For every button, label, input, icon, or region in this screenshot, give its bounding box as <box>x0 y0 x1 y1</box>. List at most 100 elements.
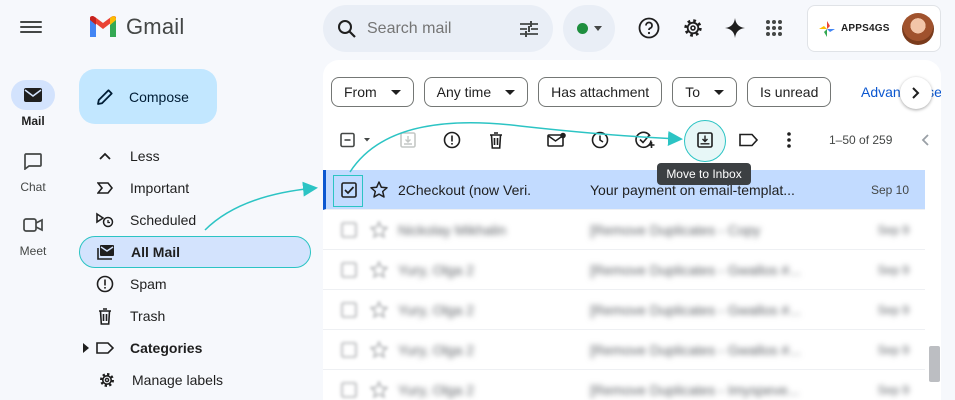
main-menu-button[interactable] <box>20 18 42 38</box>
sidebar-item-important[interactable]: Important <box>79 172 311 204</box>
message-sender: Yury, Olga 2 <box>398 301 475 318</box>
rail-item-chat[interactable]: Chat <box>0 146 66 194</box>
message-subject: [Remove Duplicates - Gwallos #... <box>590 301 801 318</box>
sidebar-item-scheduled[interactable]: Scheduled <box>79 204 311 236</box>
table-row[interactable]: 2Checkout (now Veri. Your payment on ema… <box>323 170 925 210</box>
filter-chip-any-time[interactable]: Any time <box>423 77 529 107</box>
apps-grid-icon[interactable] <box>762 16 786 40</box>
sidebar-item-spam[interactable]: Spam <box>79 268 311 300</box>
sidebar-item-less[interactable]: Less <box>79 140 311 172</box>
table-row[interactable]: Nickolay Mikhalin [Remove Duplicates - C… <box>323 210 925 250</box>
archive-icon[interactable] <box>396 128 420 152</box>
labels-icon[interactable] <box>737 128 761 152</box>
star-icon[interactable] <box>370 301 390 318</box>
settings-gear-icon[interactable] <box>681 16 705 40</box>
label-icon <box>95 338 115 358</box>
gmail-logo[interactable]: Gmail <box>88 14 184 40</box>
message-sender: Yury, Olga 2 <box>398 261 475 278</box>
star-icon[interactable] <box>370 221 390 238</box>
search-icon[interactable] <box>337 19 357 39</box>
rail-item-meet[interactable]: Meet <box>0 210 66 258</box>
important-icon <box>95 178 115 198</box>
report-spam-icon[interactable] <box>440 128 464 152</box>
mark-as-unread-icon[interactable] <box>545 128 569 152</box>
pagination-count: 1–50 of 259 <box>829 133 893 147</box>
message-date: Sep 9 <box>877 342 909 357</box>
chevron-right-icon <box>912 87 920 99</box>
move-to-inbox-icon <box>697 132 713 148</box>
left-rail: Mail Chat Meet <box>0 0 66 400</box>
snooze-clock-icon[interactable] <box>588 128 612 152</box>
compose-label: Compose <box>129 88 189 105</box>
row-checkbox[interactable] <box>340 181 358 199</box>
message-date: Sep 9 <box>877 262 909 277</box>
chevron-down-icon <box>714 89 724 95</box>
filter-chip-to[interactable]: To <box>672 77 737 107</box>
star-icon[interactable] <box>370 341 390 358</box>
message-sender: 2Checkout (now Veri. <box>398 181 532 198</box>
account-brand: APPS4GS <box>841 23 890 34</box>
sidebar-item-label: Spam <box>130 276 167 292</box>
chevron-up-icon <box>95 146 115 166</box>
search-input[interactable] <box>367 19 507 38</box>
chevron-down-icon <box>390 89 401 95</box>
sidebar-item-all-mail[interactable]: All Mail <box>79 236 311 268</box>
message-subject: [Remove Duplicates - Imyspeve... <box>590 381 800 398</box>
gemini-sparkle-icon[interactable] <box>723 16 747 40</box>
status-selector[interactable] <box>563 5 615 52</box>
add-to-tasks-icon[interactable] <box>633 128 657 152</box>
sidebar-item-categories[interactable]: Categories <box>79 332 311 364</box>
table-row[interactable]: Yury, Olga 2 [Remove Duplicates - Gwallo… <box>323 330 925 370</box>
chip-label: Any time <box>436 84 492 100</box>
rail-item-mail[interactable]: Mail <box>0 80 66 128</box>
chip-label: From <box>344 84 377 100</box>
sidebar-item-trash[interactable]: Trash <box>79 300 311 332</box>
help-icon[interactable] <box>637 16 661 40</box>
table-row[interactable]: Yury, Olga 2 [Remove Duplicates - Gwallo… <box>323 290 925 330</box>
compose-button[interactable]: Compose <box>79 69 217 124</box>
filter-chip-is-unread[interactable]: Is unread <box>747 77 832 107</box>
app-name: Gmail <box>126 14 185 39</box>
search-bar <box>323 5 553 52</box>
move-to-inbox-button[interactable] <box>693 128 717 152</box>
row-checkbox[interactable] <box>340 381 358 399</box>
message-date: Sep 9 <box>877 222 909 237</box>
rail-label-chat: Chat <box>20 180 46 194</box>
select-all-checkbox[interactable] <box>337 128 373 152</box>
message-date: Sep 9 <box>877 382 909 397</box>
row-checkbox[interactable] <box>340 221 358 239</box>
active-status-dot <box>576 23 588 34</box>
search-options-icon[interactable] <box>519 20 539 38</box>
star-icon[interactable] <box>370 381 390 398</box>
delete-icon[interactable] <box>484 128 508 152</box>
gear-icon <box>97 370 117 390</box>
row-checkbox[interactable] <box>340 341 358 359</box>
apps4gs-logo-icon <box>819 20 835 37</box>
star-icon[interactable] <box>370 181 390 198</box>
sidebar-item-manage-labels[interactable]: Manage labels <box>79 364 311 396</box>
chips-scroll-right-button[interactable] <box>900 77 932 109</box>
filter-chip-from[interactable]: From <box>331 77 414 107</box>
table-row[interactable]: Yury, Olga 2 [Remove Duplicates - Gwallo… <box>323 250 925 290</box>
gmail-m-icon <box>90 16 116 37</box>
scrollbar-thumb[interactable] <box>929 346 940 382</box>
row-checkbox[interactable] <box>340 301 358 319</box>
chat-icon <box>11 146 55 176</box>
filter-chip-has-attachment[interactable]: Has attachment <box>538 77 663 107</box>
sidebar-nav: Less Important Scheduled All Mail Spam T… <box>79 140 311 396</box>
message-sender: Nickolay Mikhalin <box>398 221 507 238</box>
video-icon <box>11 210 55 240</box>
account-switcher[interactable]: APPS4GS <box>807 5 941 52</box>
older-page-icon[interactable] <box>913 128 937 152</box>
table-row[interactable]: Yury, Olga 2 [Remove Duplicates - Imyspe… <box>323 370 925 400</box>
star-icon[interactable] <box>370 261 390 278</box>
caret-right-icon[interactable] <box>83 343 95 353</box>
sidebar-item-label: Categories <box>130 340 203 356</box>
avatar[interactable] <box>902 12 934 45</box>
sidebar-item-label: Trash <box>130 308 166 324</box>
rail-label-mail: Mail <box>21 114 45 128</box>
more-options-icon[interactable] <box>777 128 801 152</box>
chevron-down-icon <box>593 26 602 31</box>
row-checkbox[interactable] <box>340 261 358 279</box>
tooltip: Move to Inbox <box>657 163 751 185</box>
